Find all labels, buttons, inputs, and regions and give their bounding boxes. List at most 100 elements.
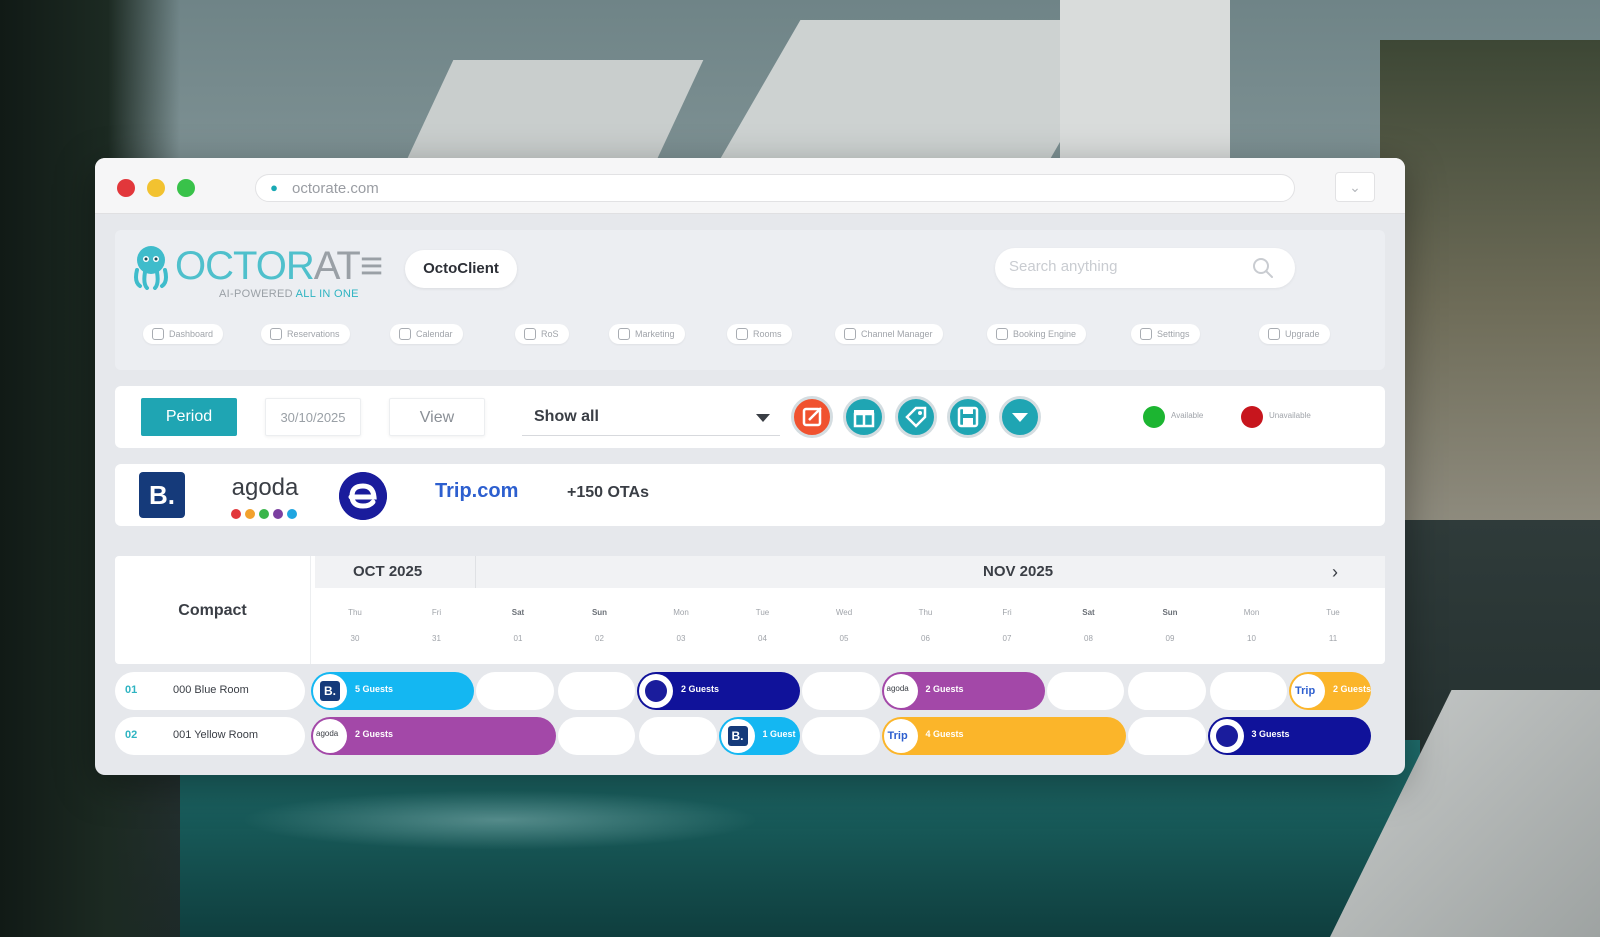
legend-unavailable-dot: [1241, 406, 1263, 428]
booking-bar[interactable]: agoda 2 Guests: [311, 717, 556, 755]
booking-guests-label: 5 Guests: [355, 684, 394, 694]
maximize-window-button[interactable]: [177, 179, 195, 197]
empty-day-slot[interactable]: [557, 672, 635, 710]
booking-com-icon: B.: [320, 681, 340, 701]
expedia-icon: [1215, 725, 1238, 747]
edit-button[interactable]: [791, 396, 833, 438]
empty-day-slot[interactable]: [476, 672, 554, 710]
day-of-week: Thu: [348, 608, 362, 617]
rooms-icon: [736, 328, 748, 340]
booking-bar[interactable]: B. 5 Guests: [311, 672, 474, 710]
day-date: 30: [350, 634, 360, 643]
view-button[interactable]: View: [389, 398, 485, 436]
booking-guests-label: 3 Guests: [1251, 729, 1290, 739]
empty-day-slot[interactable]: [802, 717, 880, 755]
close-window-button[interactable]: [117, 179, 135, 197]
room-row: 02 001 Yellow Room agoda 2 Guests B. 1 Guest T…: [115, 717, 1385, 755]
day-date: 08: [1084, 634, 1093, 643]
day-of-week: Tue: [755, 608, 770, 617]
house-wall: [1060, 0, 1230, 170]
settings-icon: [1140, 328, 1152, 340]
empty-day-slot[interactable]: [1128, 672, 1206, 710]
booking-guests-label: 2 Guests: [355, 729, 394, 739]
nav-item-upgrade[interactable]: Upgrade: [1259, 324, 1330, 344]
trip-com-icon: Trip: [1295, 685, 1316, 697]
nav-item-marketing[interactable]: Marketing: [609, 324, 685, 344]
booking-bar[interactable]: Trip 4 Guests: [881, 717, 1126, 755]
nav-item-calendar[interactable]: Calendar: [390, 324, 463, 344]
booking-bar[interactable]: 2 Guests: [637, 672, 800, 710]
month-label: NOV 2025: [983, 563, 1054, 580]
site-icon: ●: [270, 180, 278, 195]
view-mode-label[interactable]: Compact: [115, 556, 311, 664]
nav-item-channel-manager[interactable]: Channel Manager: [835, 324, 943, 344]
day-date: 07: [1002, 634, 1012, 643]
agoda-dot: [273, 509, 283, 519]
day-of-week: Fri: [1002, 608, 1012, 617]
nav-item-booking-engine[interactable]: Booking Engine: [987, 324, 1087, 344]
search-icon[interactable]: [1251, 256, 1275, 280]
marketing-icon: [618, 328, 630, 340]
empty-day-slot[interactable]: [1046, 672, 1124, 710]
search-box[interactable]: [995, 248, 1295, 288]
room-label[interactable]: 02 001 Yellow Room: [115, 717, 305, 755]
channel-manager-icon: [844, 328, 856, 340]
day-date: 03: [676, 634, 686, 643]
trip-badge-icon: Trip: [883, 719, 918, 753]
booking-bar[interactable]: B. 1 Guest: [718, 717, 800, 755]
booking-bar[interactable]: 3 Guests: [1207, 717, 1371, 755]
empty-day-slot[interactable]: [557, 717, 635, 755]
filter-select-value: Show all: [534, 408, 599, 425]
nav-item-rooms[interactable]: Rooms: [727, 324, 792, 344]
minimize-window-button[interactable]: [147, 179, 165, 197]
day-of-week: Tue: [1326, 608, 1340, 617]
octopus-mascot-icon: [134, 246, 168, 290]
nav-item-label: Dashboard: [169, 329, 214, 339]
calendar-icon: [399, 328, 411, 340]
agoda-dot: [245, 509, 255, 519]
agoda-badge-icon: agoda: [313, 719, 347, 753]
nav-item-dashboard[interactable]: Dashboard: [143, 324, 224, 344]
empty-day-slot[interactable]: [802, 672, 880, 710]
day-date: 02: [595, 634, 604, 643]
filter-select[interactable]: Show all: [522, 398, 780, 436]
day-date: 01: [513, 634, 523, 643]
room-label[interactable]: 01 000 Blue Room: [115, 672, 305, 710]
nav-item-reservations[interactable]: Reservations: [261, 324, 350, 344]
agoda-dot: [287, 509, 297, 519]
day-of-week: Thu: [918, 608, 933, 617]
save-button[interactable]: [947, 396, 989, 438]
search-input[interactable]: [1009, 258, 1239, 275]
browser-window: ● octorate.com ⌄ OCTORAT≡ AI-POWERED ALL…: [95, 158, 1405, 775]
day-of-week: Fri: [431, 608, 442, 617]
tag-button[interactable]: [895, 396, 937, 438]
chevron-right-icon[interactable]: ›: [1325, 562, 1345, 582]
logo-tagline: AI-POWERED ALL IN ONE: [219, 288, 359, 300]
day-of-week: Wed: [835, 608, 853, 617]
dropdown-button[interactable]: [999, 396, 1041, 438]
date-picker[interactable]: 30/10/2025: [265, 398, 361, 436]
client-switcher[interactable]: OctoClient: [405, 250, 517, 288]
logo-wordmark: OCTORAT≡: [175, 244, 383, 288]
tab-menu-chevron-icon[interactable]: ⌄: [1335, 172, 1375, 202]
octorate-logo[interactable]: OCTORAT≡ AI-POWERED ALL IN ONE: [131, 242, 383, 304]
address-bar[interactable]: ● octorate.com: [255, 174, 1295, 202]
booking-bar[interactable]: agoda 2 Guests: [881, 672, 1045, 710]
gift-button[interactable]: [843, 396, 885, 438]
nav-item-ros[interactable]: RoS: [515, 324, 569, 344]
nav-item-label: Calendar: [416, 329, 453, 339]
trip-com-icon: Trip: [887, 730, 908, 742]
day-date: 06: [921, 634, 930, 643]
nav-item-settings[interactable]: Settings: [1131, 324, 1200, 344]
booking-guests-label: 2 Guests: [681, 684, 720, 694]
title-bar: ● octorate.com ⌄: [95, 158, 1405, 214]
empty-day-slot[interactable]: [1128, 717, 1206, 755]
upgrade-icon: [1268, 328, 1280, 340]
booking-bar[interactable]: Trip 2 Guests: [1289, 672, 1371, 710]
empty-day-slot[interactable]: [639, 717, 717, 755]
agoda-dot: [231, 509, 241, 519]
period-button[interactable]: Period: [141, 398, 237, 436]
empty-day-slot[interactable]: [1209, 672, 1287, 710]
nav-item-label: Marketing: [635, 329, 675, 339]
booking-guests-label: 2 Guests: [925, 684, 964, 694]
